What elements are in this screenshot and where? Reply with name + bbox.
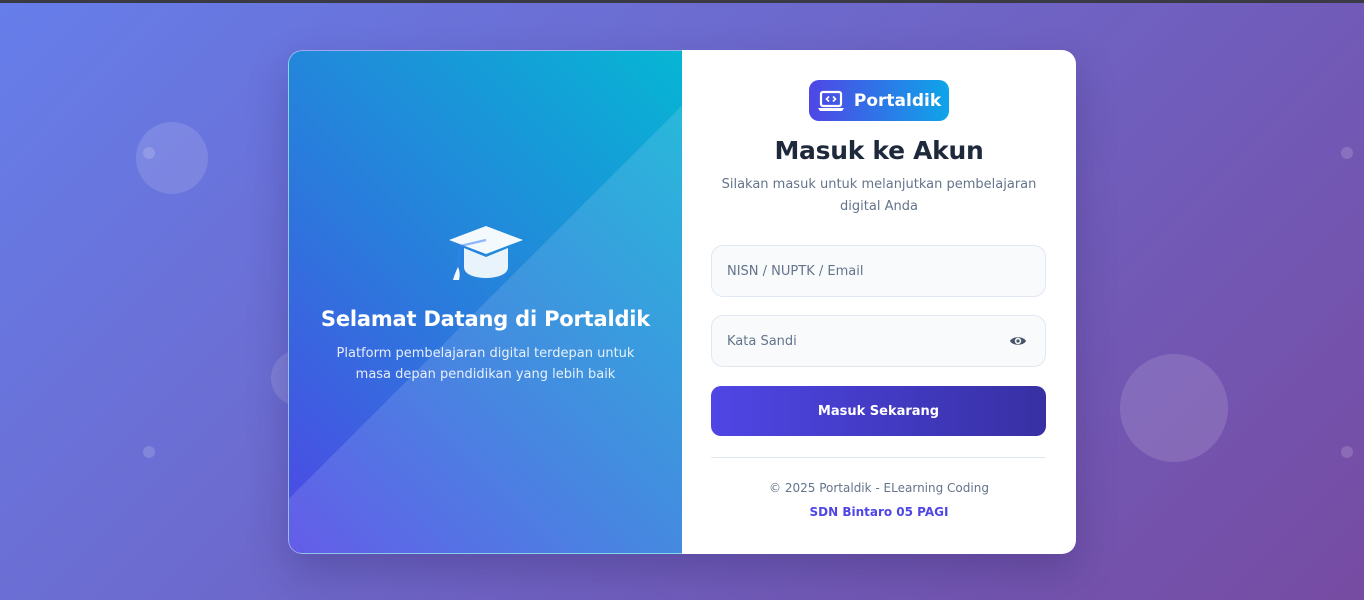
login-title: Masuk ke Akun xyxy=(774,136,984,165)
username-field xyxy=(711,245,1046,297)
login-subtitle: Silakan masuk untuk melanjutkan pembelaj… xyxy=(721,177,1037,214)
brand-logo: Portaldik xyxy=(809,80,949,121)
decor-dot xyxy=(1341,147,1353,159)
copyright-text: © 2025 Portaldik - ELearning Coding xyxy=(769,481,989,495)
laptop-code-icon xyxy=(817,90,844,111)
decor-dot xyxy=(1341,446,1353,458)
welcome-title: Selamat Datang di Portaldik xyxy=(320,307,651,331)
welcome-subtitle: Platform pembelajaran digital terdepan u… xyxy=(336,346,635,382)
school-link[interactable]: SDN Bintaro 05 PAGI xyxy=(682,505,1076,519)
browser-top-edge xyxy=(0,0,1364,3)
eye-icon[interactable] xyxy=(1009,334,1027,348)
decor-circle xyxy=(1120,354,1228,462)
decor-dot xyxy=(143,147,155,159)
password-field xyxy=(711,315,1046,367)
divider xyxy=(711,457,1046,458)
login-panel: Portaldik Masuk ke Akun Silakan masuk un… xyxy=(682,50,1076,554)
password-input[interactable] xyxy=(712,316,1045,366)
brand-name: Portaldik xyxy=(853,90,942,111)
welcome-panel: Selamat Datang di Portaldik Platform pem… xyxy=(288,50,682,554)
username-input[interactable] xyxy=(712,246,1045,296)
login-card: Selamat Datang di Portaldik Platform pem… xyxy=(288,50,1076,554)
login-button[interactable]: Masuk Sekarang xyxy=(711,386,1046,436)
panel-shine xyxy=(289,51,682,553)
graduation-cap-icon xyxy=(449,226,523,280)
decor-dot xyxy=(143,446,155,458)
